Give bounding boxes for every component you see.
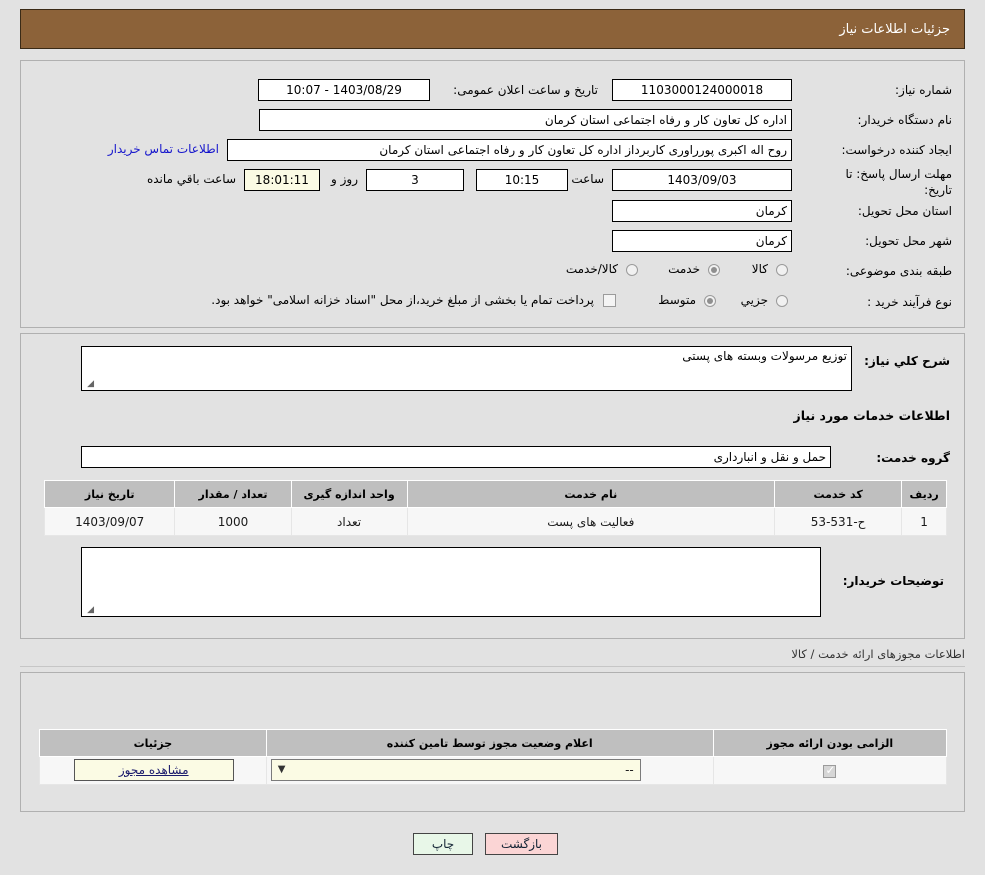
service-group-label: گروه خدمت: bbox=[876, 451, 950, 465]
cell-name: فعالیت های پست bbox=[406, 507, 775, 536]
resize-grip-icon-2[interactable]: ◢ bbox=[84, 605, 94, 615]
section-divider bbox=[20, 666, 965, 667]
process-radio-jozi[interactable] bbox=[776, 295, 788, 307]
cell-radif: 1 bbox=[901, 507, 947, 536]
cell-license-details: مشاهده مجوز bbox=[39, 756, 267, 785]
col-license-status: اعلام وضعیت مجوز توسط تامین کننده bbox=[265, 729, 714, 757]
remaining-time-label: ساعت باقي مانده bbox=[146, 172, 236, 186]
page-root: جزئیات اطلاعات نیاز AriaTender.net شماره… bbox=[0, 0, 985, 875]
cell-code: ح-531-53 bbox=[773, 507, 903, 536]
table-row: 1 ح-531-53 فعالیت های پست تعداد 1000 140… bbox=[43, 507, 947, 536]
cell-qty: 1000 bbox=[174, 507, 292, 536]
col-license-required: الزامی بودن ارائه مجوز bbox=[712, 729, 948, 757]
page-header: جزئیات اطلاعات نیاز bbox=[20, 9, 965, 49]
back-button[interactable]: بازگشت bbox=[485, 833, 558, 855]
print-button[interactable]: چاپ bbox=[413, 833, 473, 855]
hour-label: ساعت bbox=[571, 172, 604, 186]
remaining-days-value: 3 bbox=[366, 169, 464, 191]
category-radio-kala[interactable] bbox=[776, 264, 788, 276]
process-radio-motevaset[interactable] bbox=[704, 295, 716, 307]
license-required-checkbox bbox=[823, 763, 837, 778]
remaining-time-value: 18:01:11 bbox=[244, 169, 320, 191]
creator-label: ایجاد کننده درخواست: bbox=[841, 143, 952, 157]
services-table: ردیف کد خدمت نام خدمت واحد اندازه گیری ت… bbox=[43, 480, 947, 536]
need-info-panel: شماره نیاز: 1103000124000018 تاریخ و ساع… bbox=[20, 60, 965, 328]
service-group-value: حمل و نقل و انبارداری bbox=[81, 446, 831, 468]
deadline-time-value: 10:15 bbox=[476, 169, 568, 191]
licenses-table-header-row: الزامی بودن ارائه مجوز اعلام وضعیت مجوز … bbox=[39, 729, 948, 757]
cell-license-required bbox=[712, 756, 948, 785]
service-details-panel: شرح كلي نياز: توزیع مرسولات وبسته های پس… bbox=[20, 333, 965, 639]
buyer-contact-link[interactable]: اطلاعات تماس خریدار bbox=[108, 142, 219, 156]
category-option-khedmat-label: خدمت bbox=[668, 262, 700, 276]
buyer-org-value: اداره کل تعاون کار و رفاه اجتماعی استان … bbox=[259, 109, 792, 131]
buyer-notes-label: توضیحات خریدار: bbox=[842, 574, 944, 588]
licenses-section-caption: اطلاعات مجوزهای ارائه خدمت / کالا bbox=[791, 647, 965, 661]
need-number-value: 1103000124000018 bbox=[612, 79, 792, 101]
general-desc-value: توزیع مرسولات وبسته های پستی bbox=[682, 349, 847, 363]
buyer-notes-textarea[interactable]: ◢ bbox=[81, 547, 821, 617]
col-qty: تعداد / مقدار bbox=[174, 480, 292, 508]
col-code: کد خدمت bbox=[773, 480, 903, 508]
table-row: -- ▼ مشاهده مجوز bbox=[39, 756, 948, 785]
col-need-date: تاریخ نیاز bbox=[43, 480, 176, 508]
creator-value: روح اله اکبری پورراوری کاربرداز اداره کل… bbox=[227, 139, 792, 161]
general-desc-label: شرح كلي نياز: bbox=[864, 354, 950, 368]
process-option-jozi-label: جزیي bbox=[740, 293, 768, 307]
city-label: شهر محل تحویل: bbox=[865, 234, 952, 248]
deadline-date-value: 1403/09/03 bbox=[612, 169, 792, 191]
category-radio-khedmat[interactable] bbox=[708, 264, 720, 276]
cell-unit: تعداد bbox=[290, 507, 408, 536]
deadline-label: مهلت ارسال پاسخ: تا تاریخ: bbox=[845, 167, 952, 197]
category-label: طبقه بندی موضوعی: bbox=[845, 264, 952, 278]
license-status-select[interactable]: -- ▼ bbox=[270, 759, 641, 781]
cell-license-status: -- ▼ bbox=[265, 756, 714, 785]
category-option-kala-label: کالا bbox=[751, 262, 768, 276]
page-title: جزئیات اطلاعات نیاز bbox=[839, 21, 950, 37]
cell-need-date: 1403/09/07 bbox=[43, 507, 176, 536]
public-announce-label: تاریخ و ساعت اعلان عمومی: bbox=[453, 83, 598, 97]
process-label: نوع فرآیند خرید : bbox=[867, 295, 952, 309]
services-section-title: اطلاعات خدمات مورد نیاز bbox=[793, 408, 951, 423]
category-option-kala-khedmat-label: کالا/خدمت bbox=[565, 262, 618, 276]
license-status-value: -- bbox=[625, 763, 634, 777]
col-unit: واحد اندازه گیری bbox=[290, 480, 408, 508]
treasury-docs-checkbox[interactable] bbox=[603, 294, 616, 307]
col-name: نام خدمت bbox=[406, 480, 775, 508]
treasury-docs-text: پرداخت تمام یا بخشی از مبلغ خرید،از محل … bbox=[211, 293, 594, 307]
province-value: کرمان bbox=[612, 200, 792, 222]
licenses-panel: الزامی بودن ارائه مجوز اعلام وضعیت مجوز … bbox=[20, 672, 965, 812]
services-table-header-row: ردیف کد خدمت نام خدمت واحد اندازه گیری ت… bbox=[43, 480, 947, 508]
chevron-down-icon: ▼ bbox=[277, 764, 286, 775]
province-label: استان محل تحویل: bbox=[857, 204, 952, 218]
public-announce-value: 1403/08/29 - 10:07 bbox=[258, 79, 430, 101]
resize-grip-icon[interactable]: ◢ bbox=[84, 379, 94, 389]
general-desc-textarea[interactable]: توزیع مرسولات وبسته های پستی ◢ bbox=[81, 346, 852, 391]
view-license-button[interactable]: مشاهده مجوز bbox=[73, 759, 234, 781]
col-license-details: جزئیات bbox=[39, 729, 267, 757]
remaining-days-label: روز و bbox=[331, 172, 358, 186]
buyer-org-label: نام دستگاه خریدار: bbox=[857, 113, 953, 127]
need-number-label: شماره نیاز: bbox=[895, 83, 952, 97]
licenses-table: الزامی بودن ارائه مجوز اعلام وضعیت مجوز … bbox=[39, 729, 948, 785]
city-value: کرمان bbox=[612, 230, 792, 252]
process-option-motevaset-label: متوسط bbox=[658, 293, 696, 307]
category-radio-kala-khedmat[interactable] bbox=[626, 264, 638, 276]
col-radif: ردیف bbox=[901, 480, 947, 508]
